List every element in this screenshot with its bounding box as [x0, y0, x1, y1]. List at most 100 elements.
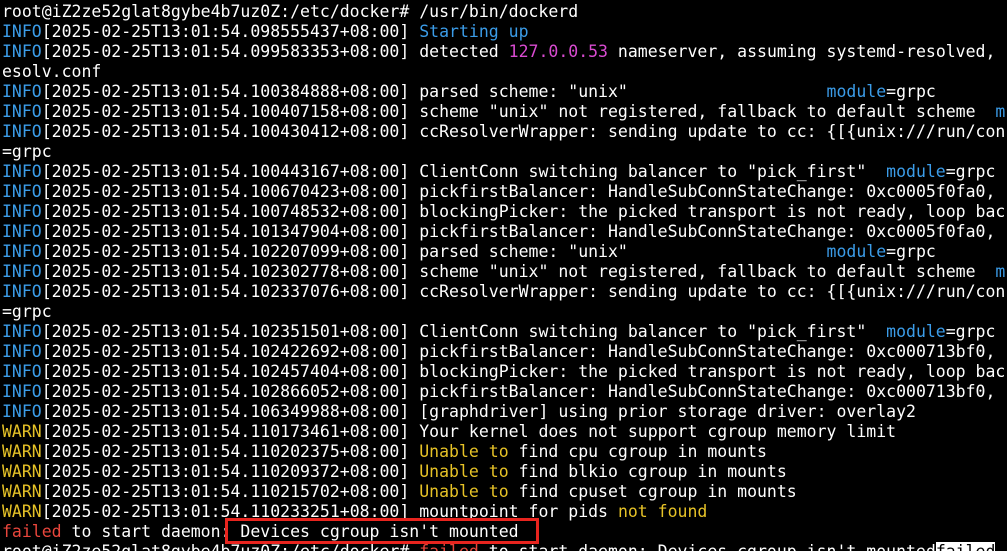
log-timestamp: [2025-02-25T13:01:54.102866052+08:00] [41, 382, 410, 401]
log-level: INFO [2, 102, 42, 121]
log-line: INFO[2025-02-25T13:01:54.102207099+08:00… [2, 242, 936, 262]
log-line: INFO[2025-02-25T13:01:54.099583353+08:00… [2, 42, 1005, 62]
log-line: WARN[2025-02-25T13:01:54.110233251+08:00… [2, 502, 707, 522]
log-level: INFO [2, 162, 42, 181]
log-level: INFO [2, 82, 42, 101]
log-level: WARN [2, 422, 42, 441]
log-line: INFO[2025-02-25T13:01:54.100407158+08:00… [2, 102, 1005, 122]
log-text: Starting up [419, 22, 529, 41]
log-timestamp: [2025-02-25T13:01:54.101347904+08:00] [41, 222, 410, 241]
log-line: esolv.conf [2, 62, 101, 82]
log-level: INFO [2, 382, 42, 401]
log-line: WARN[2025-02-25T13:01:54.110173461+08:00… [2, 422, 896, 442]
log-line: INFO[2025-02-25T13:01:54.102302778+08:00… [2, 262, 1005, 282]
log-level: INFO [2, 342, 42, 361]
log-level: INFO [2, 122, 42, 141]
log-timestamp: [2025-02-25T13:01:54.100443167+08:00] [41, 162, 410, 181]
log-level: INFO [2, 42, 42, 61]
log-timestamp: [2025-02-25T13:01:54.110173461+08:00] [41, 422, 410, 441]
log-text: blockingPicker: the picked transport is … [409, 362, 1006, 381]
log-text: module [826, 82, 887, 101]
log-timestamp: [2025-02-25T13:01:54.102302778+08:00] [41, 262, 410, 281]
log-text: =grpc [886, 242, 936, 261]
log-level: WARN [2, 462, 42, 481]
log-text: to start daemon: Devices cgroup isn't mo… [61, 522, 519, 541]
log-text: =grpc [886, 82, 936, 101]
log-text: parsed scheme: "unix" [409, 82, 827, 101]
log-level: INFO [2, 22, 42, 41]
log-text: root@iZ2ze52glat8gybe4b7uz0Z:/etc/docker… [2, 542, 419, 551]
command-prompt-line: root@iZ2ze52glat8gybe4b7uz0Z:/etc/docker… [2, 2, 578, 22]
log-text: =grpc [945, 162, 996, 181]
log-level: INFO [2, 262, 42, 281]
log-timestamp: [2025-02-25T13:01:54.110209372+08:00] [41, 462, 410, 481]
log-line: root@iZ2ze52glat8gybe4b7uz0Z:/etc/docker… [2, 542, 996, 551]
log-line: INFO[2025-02-25T13:01:54.098555437+08:00… [2, 22, 529, 42]
log-text: pickfirstBalancer: HandleSubConnStateCha… [409, 222, 1006, 241]
log-level: INFO [2, 362, 42, 381]
log-text: m [995, 102, 1006, 121]
log-level: INFO [2, 282, 42, 301]
log-line: INFO[2025-02-25T13:01:54.100430412+08:00… [2, 122, 1005, 142]
log-timestamp: [2025-02-25T13:01:54.102351501+08:00] [41, 322, 410, 341]
log-level: INFO [2, 222, 42, 241]
log-text: Unable to [419, 482, 509, 501]
log-text: [graphdriver] using prior storage driver… [409, 402, 916, 421]
log-text: not found [617, 502, 708, 521]
log-line: WARN[2025-02-25T13:01:54.110215702+08:00… [2, 482, 797, 502]
log-timestamp: [2025-02-25T13:01:54.102457404+08:00] [41, 362, 410, 381]
log-line: INFO[2025-02-25T13:01:54.102457404+08:00… [2, 362, 1005, 382]
log-line: INFO[2025-02-25T13:01:54.102422692+08:00… [2, 342, 1005, 362]
log-text: find cpuset cgroup in mounts [508, 482, 797, 501]
log-text: parsed scheme: "unix" [409, 242, 827, 261]
log-timestamp: [2025-02-25T13:01:54.099583353+08:00] [41, 42, 410, 61]
log-text: Unable to [419, 442, 509, 461]
log-level: INFO [2, 242, 42, 261]
log-text: 127.0.0.53 [508, 42, 608, 61]
log-text: blockingPicker: the picked transport is … [409, 202, 1006, 221]
log-level: WARN [2, 442, 42, 461]
log-line: INFO[2025-02-25T13:01:54.106349988+08:00… [2, 402, 916, 422]
log-timestamp: [2025-02-25T13:01:54.100430412+08:00] [41, 122, 410, 141]
log-level: INFO [2, 402, 42, 421]
log-timestamp: [2025-02-25T13:01:54.110202375+08:00] [41, 442, 410, 461]
log-text: module [886, 322, 946, 341]
log-timestamp: [2025-02-25T13:01:54.100407158+08:00] [41, 102, 410, 121]
log-text: detected [409, 42, 509, 61]
log-line: INFO[2025-02-25T13:01:54.102866052+08:00… [2, 382, 1005, 402]
log-text: scheme "unix" not registered, fallback t… [409, 102, 996, 121]
log-line: INFO[2025-02-25T13:01:54.100670423+08:00… [2, 182, 1005, 202]
log-line: INFO[2025-02-25T13:01:54.100443167+08:00… [2, 162, 995, 182]
log-text: Your kernel does not support cgroup memo… [409, 422, 897, 441]
log-text: Unable to [419, 462, 509, 481]
log-text: ccResolverWrapper: sending update to cc:… [409, 122, 1006, 141]
log-text: failed [2, 522, 62, 541]
shell-command: /usr/bin/dockerd [409, 2, 579, 21]
log-timestamp: [2025-02-25T13:01:54.100670423+08:00] [41, 182, 410, 201]
log-level: WARN [2, 502, 42, 521]
log-text: scheme "unix" not registered, fallback t… [409, 262, 996, 281]
log-text: mountpoint for pids [409, 502, 618, 521]
log-text: pickfirstBalancer: HandleSubConnStateCha… [409, 342, 1006, 361]
log-text: =grpc [2, 302, 52, 321]
log-text: module [826, 242, 887, 261]
log-level: INFO [2, 182, 42, 201]
log-text: find blkio cgroup in mounts [508, 462, 787, 481]
terminal-window[interactable]: root@iZ2ze52glat8gybe4b7uz0Z:/etc/docker… [0, 0, 1007, 551]
log-level: WARN [2, 482, 42, 501]
log-line: failed to start daemon: Devices cgroup i… [2, 522, 519, 542]
log-line: =grpc [2, 302, 52, 322]
log-text: module [886, 162, 946, 181]
log-text: pickfirstBalancer: HandleSubConnStateCha… [409, 382, 1006, 401]
log-timestamp: [2025-02-25T13:01:54.102337076+08:00] [41, 282, 410, 301]
log-timestamp: [2025-02-25T13:01:54.100748532+08:00] [41, 202, 410, 221]
log-text: pickfirstBalancer: HandleSubConnStateCha… [409, 182, 1006, 201]
log-line: INFO[2025-02-25T13:01:54.102351501+08:00… [2, 322, 995, 342]
log-text: nameserver, assuming systemd-resolved, [608, 42, 1006, 61]
log-level: INFO [2, 202, 42, 221]
log-text: =grpc [2, 142, 52, 161]
